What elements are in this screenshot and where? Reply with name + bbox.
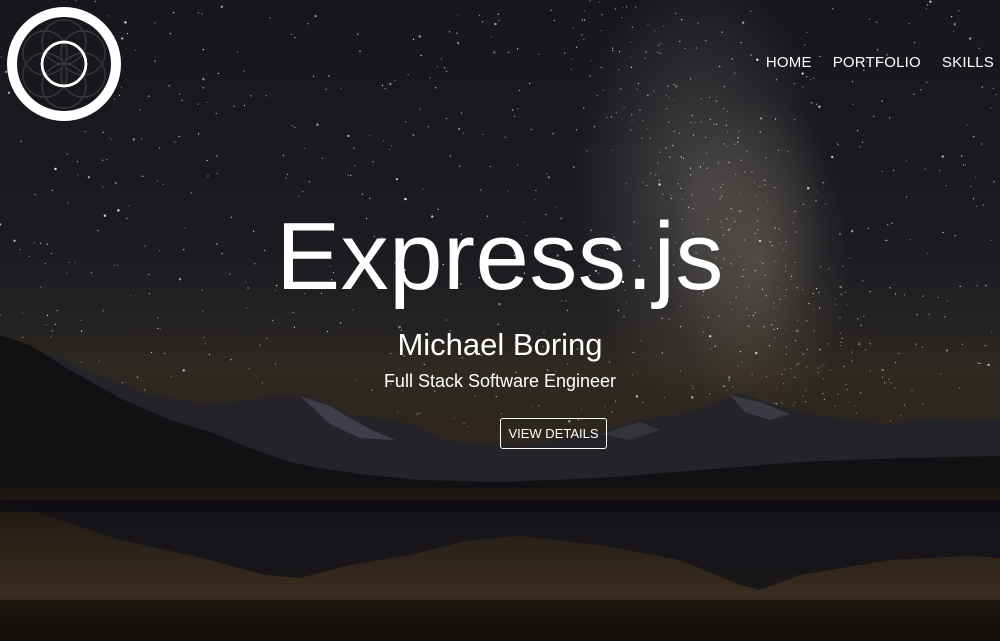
hero-role: Full Stack Software Engineer: [383, 371, 617, 391]
nav-portfolio[interactable]: PORTFOLIO: [833, 54, 921, 71]
nav-skills[interactable]: SKILLS: [942, 54, 994, 71]
main-nav: HOME PORTFOLIO SKILLS: [766, 54, 994, 71]
hero-name: Michael Boring: [397, 327, 603, 362]
view-details-button[interactable]: VIEW DETAILS: [500, 418, 607, 449]
flower-of-life-icon: [22, 19, 106, 109]
logo-badge: [17, 17, 111, 111]
nav-home[interactable]: HOME: [766, 54, 812, 71]
hero-section: HOME PORTFOLIO SKILLS Express.js Michael…: [0, 0, 1000, 641]
mountain-landscape: [0, 330, 1000, 641]
logo-button[interactable]: [7, 7, 121, 121]
hero-title: Express.js: [276, 203, 724, 310]
